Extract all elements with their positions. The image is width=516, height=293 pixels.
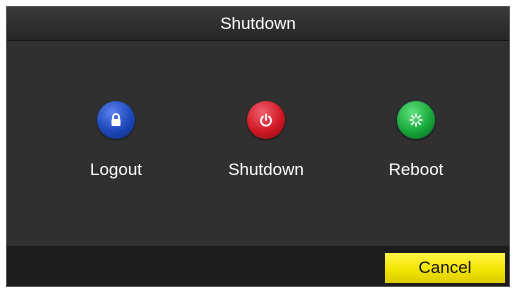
logout-button[interactable]: Logout (51, 101, 181, 180)
shutdown-dialog: Shutdown Logout Shutdown Reboot Cancel (6, 6, 510, 287)
reboot-label: Reboot (388, 160, 444, 179)
dialog-footer: Cancel (7, 246, 509, 286)
shutdown-label: Shutdown (228, 160, 304, 179)
logout-label: Logout (90, 160, 142, 179)
dialog-content: Logout Shutdown Reboot (7, 41, 509, 246)
power-icon (247, 101, 285, 139)
lock-icon (97, 101, 135, 139)
shutdown-button[interactable]: Shutdown (201, 101, 331, 180)
reboot-button[interactable]: Reboot (351, 101, 481, 180)
cancel-button[interactable]: Cancel (385, 253, 505, 283)
dialog-title: Shutdown (220, 13, 296, 33)
reboot-icon (397, 101, 435, 139)
dialog-title-bar: Shutdown (7, 7, 509, 41)
